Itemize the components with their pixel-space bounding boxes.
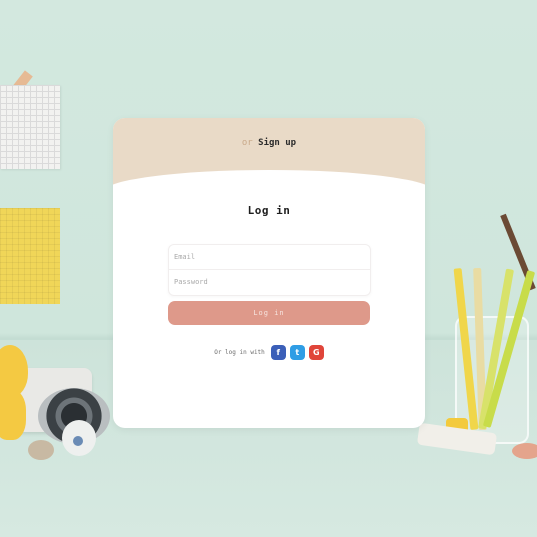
tab-or: or (241, 138, 253, 148)
header-wave (113, 170, 425, 230)
yellow-sticky-note (0, 208, 60, 304)
mushroom-figurine (28, 440, 54, 460)
login-button[interactable]: Log in (168, 301, 370, 325)
facebook-button[interactable]: f (270, 345, 286, 360)
password-field[interactable] (169, 270, 370, 294)
chick-figurine-body (0, 390, 26, 440)
twitter-icon: t (295, 348, 300, 357)
grid-paper-note (0, 85, 60, 169)
login-card: or Sign up Log in Log in Or log in with … (113, 118, 425, 428)
facebook-icon: f (276, 348, 281, 357)
twitter-button[interactable]: t (289, 345, 305, 360)
social-login-row: Or log in with f t G (113, 345, 425, 360)
login-form (168, 244, 371, 296)
page-title: Log in (247, 204, 291, 217)
google-button[interactable]: G (308, 345, 324, 360)
tab-sign-up[interactable]: Sign up (258, 138, 296, 148)
teapot-decoration (73, 436, 83, 446)
google-icon: G (312, 348, 320, 357)
paint-dish (512, 443, 537, 459)
email-field[interactable] (169, 245, 370, 269)
social-login-prompt: Or log in with (214, 349, 265, 356)
auth-tabs: or Sign up (113, 138, 425, 148)
